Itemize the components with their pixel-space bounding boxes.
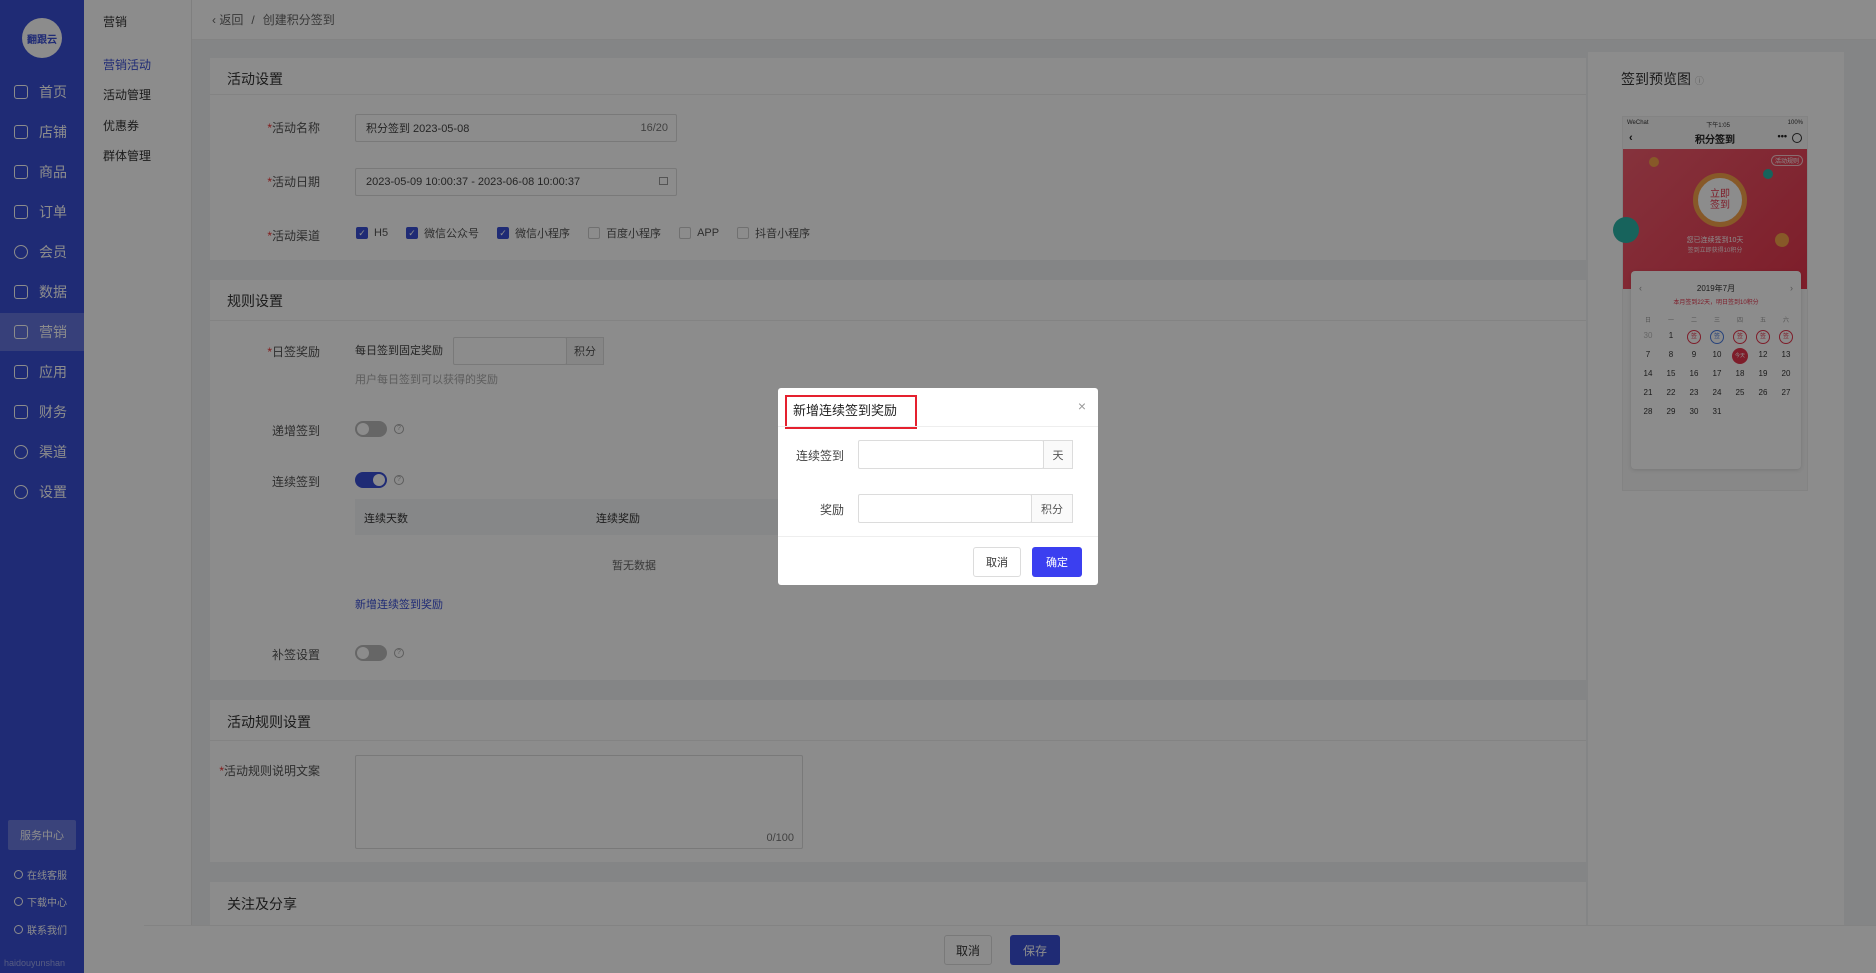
divider xyxy=(778,536,1098,537)
dialog-title: 新增连续签到奖励 xyxy=(793,403,898,418)
close-icon[interactable]: × xyxy=(1078,398,1086,414)
consecutive-days-label: 连续签到 xyxy=(795,449,844,463)
divider xyxy=(778,426,1098,427)
dialog-cancel-button[interactable]: 取消 xyxy=(973,547,1021,577)
add-consecutive-reward-dialog: 新增连续签到奖励 × 连续签到 天 奖励 积分 取消 确定 xyxy=(778,388,1098,585)
consecutive-days-input[interactable] xyxy=(858,440,1044,469)
reward-label: 奖励 xyxy=(819,503,844,517)
dialog-confirm-button[interactable]: 确定 xyxy=(1032,547,1082,577)
reward-points-input[interactable] xyxy=(858,494,1032,523)
points-unit: 积分 xyxy=(1031,494,1073,523)
days-unit: 天 xyxy=(1043,440,1073,469)
